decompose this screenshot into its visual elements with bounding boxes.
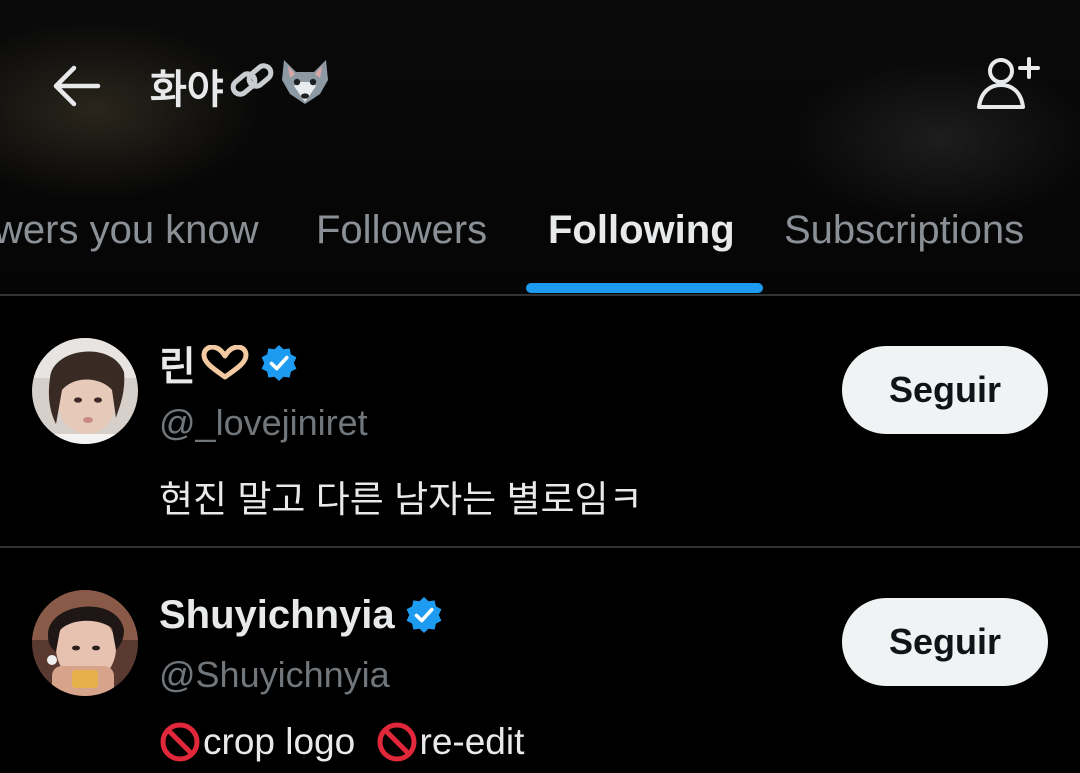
- avatar[interactable]: [32, 338, 138, 444]
- prohibited-emoji-icon: [160, 722, 200, 762]
- tab-bar: wers you know Followers Following Subscr…: [0, 190, 1080, 295]
- back-button[interactable]: [46, 56, 106, 116]
- bio-text-part: re-edit: [419, 721, 525, 762]
- user-handle: @_lovejiniret: [159, 402, 368, 443]
- page-title: 화야: [150, 56, 332, 116]
- tab-following[interactable]: Following: [548, 208, 735, 253]
- user-bio: crop logo re-edit: [159, 721, 524, 763]
- arrow-left-icon: [53, 65, 101, 107]
- follow-button[interactable]: Seguir: [842, 598, 1048, 686]
- follow-button[interactable]: Seguir: [842, 346, 1048, 434]
- tab-followers-you-know[interactable]: wers you know: [0, 208, 259, 253]
- user-bio: 현진 말고 다른 남자는 별로임ㅋ: [159, 479, 643, 520]
- verified-badge-icon: [405, 596, 443, 634]
- user-name-line: Shuyichnyia: [159, 590, 443, 640]
- tab-followers[interactable]: Followers: [316, 208, 487, 253]
- add-user-button[interactable]: [972, 52, 1044, 116]
- user-row[interactable]: Shuyichnyia @Shuyichnyia crop logo re-ed…: [0, 548, 1080, 773]
- active-tab-indicator: [526, 283, 763, 293]
- wolf-emoji-icon: [278, 56, 332, 116]
- avatar[interactable]: [32, 590, 138, 696]
- verified-badge-icon: [260, 344, 298, 382]
- user-name: 린: [159, 345, 196, 389]
- add-user-icon: [977, 57, 1040, 109]
- prohibited-emoji-icon: [377, 722, 416, 762]
- bio-text-part: crop logo: [203, 721, 366, 762]
- user-handle: @Shuyichnyia: [159, 654, 390, 695]
- tab-subscriptions[interactable]: Subscriptions: [784, 208, 1024, 253]
- title-text: 화야: [150, 68, 224, 112]
- user-row[interactable]: 린 @_lovejiniret 현진 말고 다른 남자는 별로임ㅋ Seguir: [0, 296, 1080, 546]
- user-name: Shuyichnyia: [159, 592, 395, 637]
- heart-hands-emoji-icon: [200, 345, 250, 381]
- user-name-line: 린: [159, 338, 298, 389]
- link-emoji-icon: [228, 59, 276, 113]
